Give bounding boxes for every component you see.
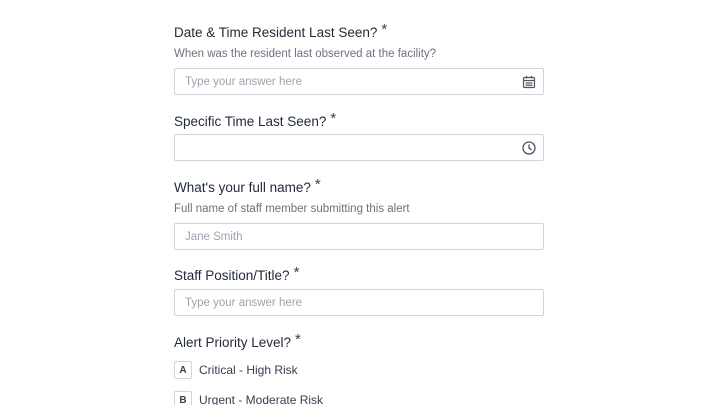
time-field	[174, 134, 544, 161]
position-field	[174, 289, 544, 316]
question-name-label: What's your full name?	[174, 180, 311, 195]
position-input[interactable]	[175, 290, 543, 315]
alert-form: Date & Time Resident Last Seen? * When wa…	[0, 0, 720, 405]
question-date-label: Date & Time Resident Last Seen?	[174, 25, 378, 40]
question-date-title: Date & Time Resident Last Seen? *	[174, 21, 388, 41]
question-name-title: What's your full name? *	[174, 176, 321, 196]
question-time-label: Specific Time Last Seen?	[174, 114, 327, 129]
question-priority-title: Alert Priority Level? *	[174, 331, 301, 351]
calendar-icon[interactable]	[521, 74, 537, 90]
date-field	[174, 68, 544, 95]
option-key-b: B	[174, 391, 192, 405]
date-input[interactable]	[175, 69, 543, 94]
required-asterisk: *	[293, 264, 300, 281]
priority-option-b[interactable]: B Urgent - Moderate Risk	[174, 390, 323, 405]
clock-icon[interactable]	[521, 140, 537, 156]
name-field	[174, 223, 544, 250]
question-name-description: Full name of staff member submitting thi…	[174, 203, 410, 215]
time-input[interactable]	[175, 135, 543, 160]
question-priority-label: Alert Priority Level?	[174, 335, 292, 350]
question-position-label: Staff Position/Title?	[174, 268, 290, 283]
required-asterisk: *	[314, 176, 321, 193]
required-asterisk: *	[295, 331, 301, 348]
required-asterisk: *	[330, 110, 337, 127]
priority-option-a[interactable]: A Critical - High Risk	[174, 360, 298, 380]
question-position-title: Staff Position/Title? *	[174, 264, 300, 284]
question-date-description: When was the resident last observed at t…	[174, 48, 437, 60]
option-label-b: Urgent - Moderate Risk	[199, 393, 324, 405]
option-key-a: A	[174, 361, 192, 379]
full-name-input[interactable]	[175, 224, 543, 249]
option-label-a: Critical - High Risk	[199, 363, 298, 377]
required-asterisk: *	[381, 21, 388, 38]
question-time-title: Specific Time Last Seen? *	[174, 110, 337, 130]
